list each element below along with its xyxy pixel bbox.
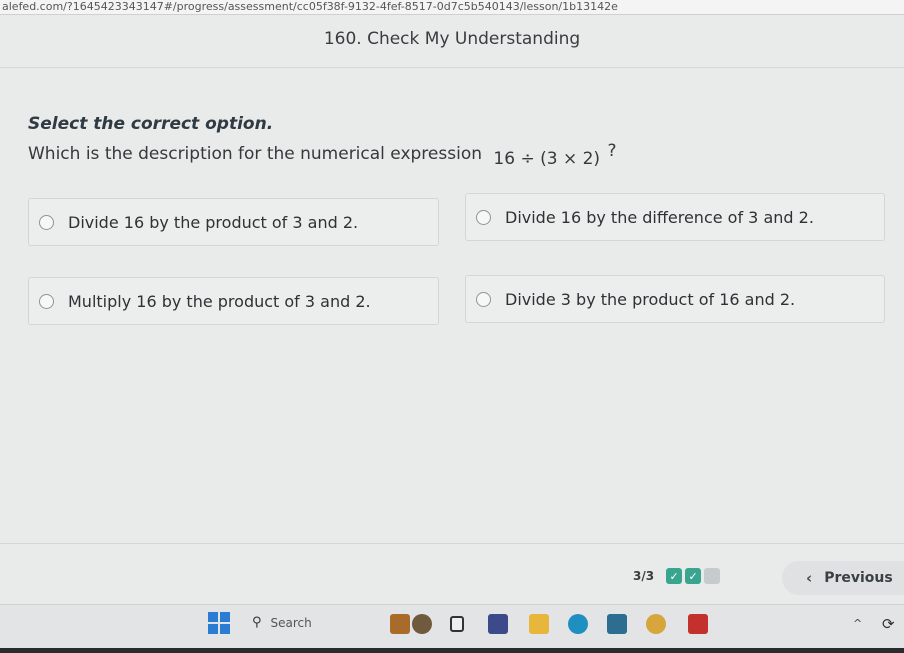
option-label: Divide 3 by the product of 16 and 2.	[505, 289, 796, 309]
question-prompt: Which is the description for the numeric…	[28, 141, 617, 169]
chevron-left-icon: ‹	[806, 569, 813, 587]
radio-button[interactable]	[39, 214, 54, 230]
radio-button[interactable]	[476, 291, 491, 307]
browser-url-bar[interactable]: alefed.com/?1645423343147#/progress/asse…	[0, 0, 904, 15]
lesson-header: 160. Check My Understanding	[0, 15, 904, 68]
teams-icon[interactable]	[488, 614, 508, 634]
question-text: Which is the description for the numeric…	[28, 144, 482, 164]
question-progress: 3/3 ✓ ✓	[633, 568, 723, 584]
taskbar-search[interactable]: ⚲ Search	[252, 615, 312, 630]
option-label: Multiply 16 by the product of 3 and 2.	[68, 291, 371, 311]
option-label: Divide 16 by the product of 3 and 2.	[68, 212, 359, 232]
option-4[interactable]: Divide 3 by the product of 16 and 2.	[465, 275, 885, 323]
option-label: Divide 16 by the difference of 3 and 2.	[505, 207, 814, 227]
task-view-icon[interactable]	[450, 616, 464, 632]
footer-divider	[0, 543, 904, 544]
app-icon[interactable]	[390, 614, 410, 634]
question-instruction: Select the correct option.	[28, 114, 274, 134]
app-icon[interactable]	[412, 614, 432, 634]
store-icon[interactable]	[607, 614, 627, 634]
progress-count: 3/3	[633, 569, 655, 583]
option-2[interactable]: Divide 16 by the difference of 3 and 2.	[465, 193, 885, 241]
option-3[interactable]: Multiply 16 by the product of 3 and 2.	[28, 277, 439, 325]
step-complete-icon[interactable]: ✓	[666, 568, 683, 584]
numerical-expression: 16 ÷ (3 × 2)	[493, 149, 601, 169]
tray-icon[interactable]: ⟳	[882, 615, 895, 633]
search-label: Search	[270, 615, 312, 630]
search-icon: ⚲	[252, 615, 262, 630]
previous-button[interactable]: ‹ Previous	[782, 561, 904, 595]
page-title: 160. Check My Understanding	[323, 29, 581, 49]
step-complete-icon[interactable]: ✓	[685, 568, 702, 584]
windows-start-icon[interactable]	[208, 612, 230, 634]
chrome-icon[interactable]	[646, 614, 666, 634]
edge-browser-icon[interactable]	[568, 614, 588, 634]
mcafee-icon[interactable]	[688, 614, 708, 634]
question-mark: ?	[607, 141, 617, 161]
step-incomplete-icon[interactable]	[704, 568, 721, 584]
radio-button[interactable]	[476, 209, 491, 225]
chevron-up-icon[interactable]: ^	[853, 617, 862, 630]
previous-label: Previous	[824, 570, 893, 586]
radio-button[interactable]	[39, 293, 54, 309]
option-1[interactable]: Divide 16 by the product of 3 and 2.	[28, 198, 439, 246]
screen-bezel	[0, 648, 904, 653]
file-explorer-icon[interactable]	[529, 614, 549, 634]
